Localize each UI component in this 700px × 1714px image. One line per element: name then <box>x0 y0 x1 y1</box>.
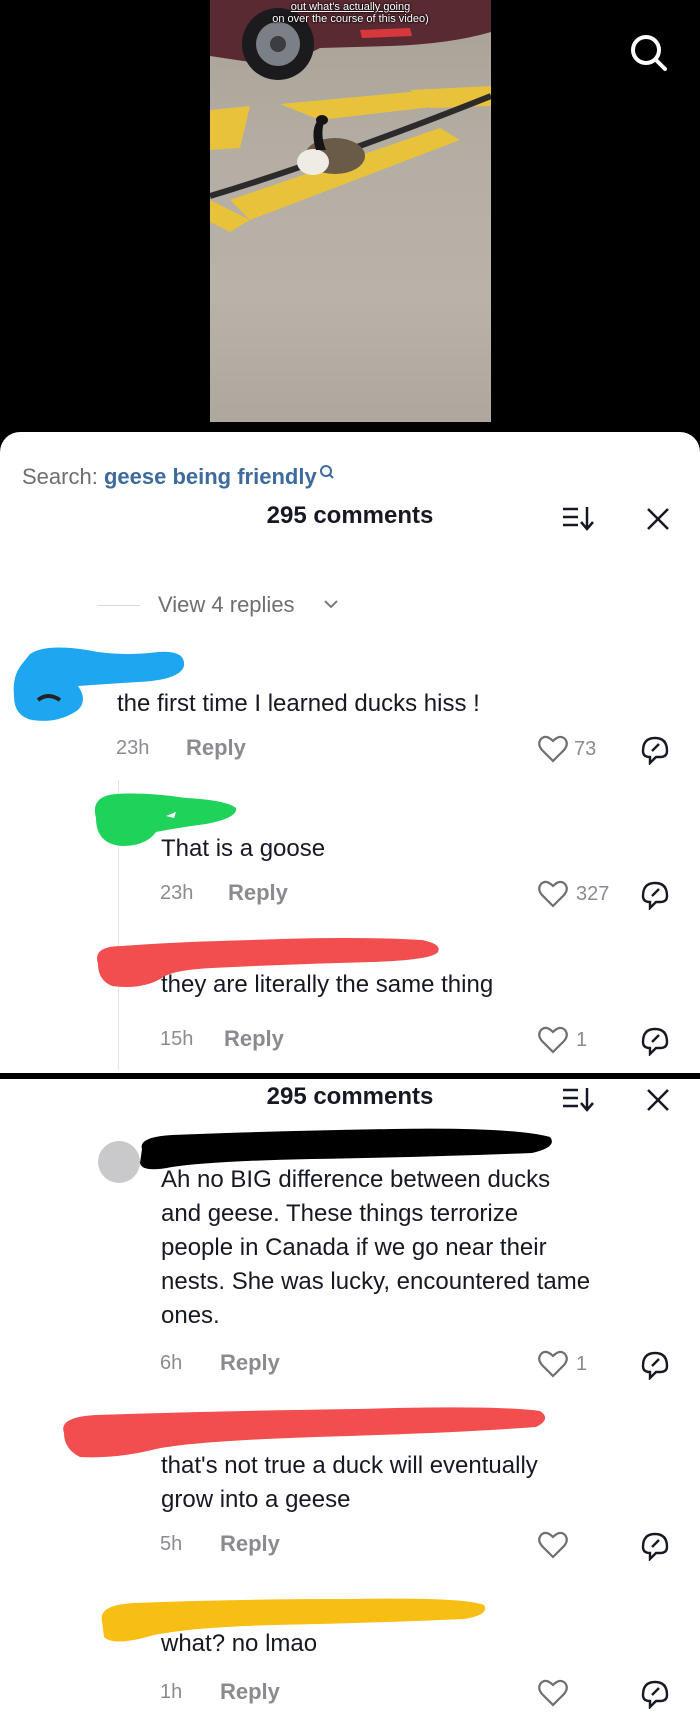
comment-time: 5h <box>160 1533 183 1555</box>
related-search[interactable]: Search: geese being friendly <box>22 464 335 490</box>
sort-icon[interactable] <box>561 1085 595 1113</box>
comment-2: That is a goose <box>161 832 325 866</box>
divider-line <box>98 605 140 606</box>
search-icon[interactable] <box>627 31 669 73</box>
dislike-icon[interactable] <box>640 1026 670 1056</box>
comment-4: Ah no BIG difference between ducks and g… <box>161 1163 686 1333</box>
comment-4-actions: 6h Reply 1 <box>160 1350 680 1380</box>
comments-panel: Search: geese being friendly 295 comment… <box>0 432 700 1073</box>
video-frame[interactable]: out what's actually going on over the co… <box>210 0 491 422</box>
video-thumbnail <box>210 0 491 232</box>
comment-3: they are literally the same thing <box>161 968 493 1002</box>
video-caption: out what's actually going on over the co… <box>210 1 491 25</box>
reply-button[interactable]: Reply <box>228 880 288 906</box>
comment-1-actions: 23h Reply 73 <box>116 735 676 765</box>
comment-1: the first time I learned ducks hiss ! <box>117 687 480 721</box>
comment-time: 15h <box>160 1028 194 1050</box>
comments-header: 295 comments <box>0 1079 700 1119</box>
reply-button[interactable]: Reply <box>220 1350 280 1376</box>
dislike-icon[interactable] <box>640 1350 670 1380</box>
chevron-down-icon <box>324 600 338 609</box>
reply-button[interactable]: Reply <box>224 1026 284 1052</box>
search-icon <box>319 465 334 479</box>
view-replies-label[interactable]: View 4 replies <box>158 592 295 618</box>
video-area[interactable]: out what's actually going on over the co… <box>0 0 700 440</box>
comment-6-actions: 1h Reply <box>160 1679 680 1709</box>
comment-text-line: that's not true a duck will eventually <box>161 1452 538 1479</box>
heart-icon[interactable] <box>538 1026 568 1054</box>
comment-text-line: grow into a geese <box>161 1486 351 1513</box>
sort-icon[interactable] <box>561 504 595 532</box>
dislike-icon[interactable] <box>640 1531 670 1561</box>
video-caption-line2: on over the course of this video) <box>272 13 429 25</box>
like-count: 327 <box>576 883 610 905</box>
comment-text-line: Ah no BIG difference between ducks <box>161 1166 551 1193</box>
comment-2-actions: 23h Reply 327 <box>160 880 680 910</box>
like-count: 1 <box>576 1353 588 1375</box>
comment-text: That is a goose <box>161 835 326 862</box>
comment-text: what? no lmao <box>161 1630 318 1657</box>
comment-text-line: and geese. These things terrorize <box>161 1200 519 1227</box>
comment-text-line: ones. <box>161 1302 220 1329</box>
comment-5: that's not true a duck will eventually g… <box>161 1449 686 1517</box>
comments-panel-2: 295 comments Ah no BIG difference betwee… <box>0 1079 700 1714</box>
comment-text-line: people in Canada if we go near their <box>161 1234 547 1261</box>
comment-time: 23h <box>116 737 150 759</box>
comment-6: what? no lmao <box>161 1627 686 1661</box>
reply-button[interactable]: Reply <box>220 1531 280 1557</box>
comments-count: 295 comments <box>266 1083 434 1110</box>
comments-count: 295 comments <box>266 502 434 529</box>
dislike-icon[interactable] <box>640 880 670 910</box>
close-icon[interactable] <box>645 506 671 532</box>
heart-icon[interactable] <box>538 1679 568 1707</box>
like-count: 73 <box>574 738 597 760</box>
reply-button[interactable]: Reply <box>186 735 246 761</box>
close-icon[interactable] <box>645 1087 671 1113</box>
comment-3-actions: 15h Reply 1 <box>160 1026 680 1056</box>
comment-5-actions: 5h Reply <box>160 1531 680 1561</box>
heart-icon[interactable] <box>538 1350 568 1378</box>
heart-icon[interactable] <box>538 735 568 763</box>
comment-text: they are literally the same thing <box>161 971 494 998</box>
heart-icon[interactable] <box>538 1531 568 1559</box>
comments-header: 295 comments <box>0 498 700 538</box>
comment-text-line: nests. She was lucky, encountered tame <box>161 1268 591 1295</box>
video-caption-line1: out what's actually going <box>290 1 411 13</box>
heart-icon[interactable] <box>538 880 568 908</box>
comment-time: 23h <box>160 882 194 904</box>
dislike-icon[interactable] <box>640 1679 670 1709</box>
comment-text: the first time I learned ducks hiss ! <box>117 690 480 717</box>
dislike-icon[interactable] <box>640 735 670 765</box>
like-count: 1 <box>576 1029 588 1051</box>
comment-time: 6h <box>160 1352 183 1374</box>
search-query-link[interactable]: geese being friendly <box>104 464 317 489</box>
comment-time: 1h <box>160 1681 183 1703</box>
search-label: Search: <box>22 464 98 489</box>
reply-button[interactable]: Reply <box>220 1679 280 1705</box>
